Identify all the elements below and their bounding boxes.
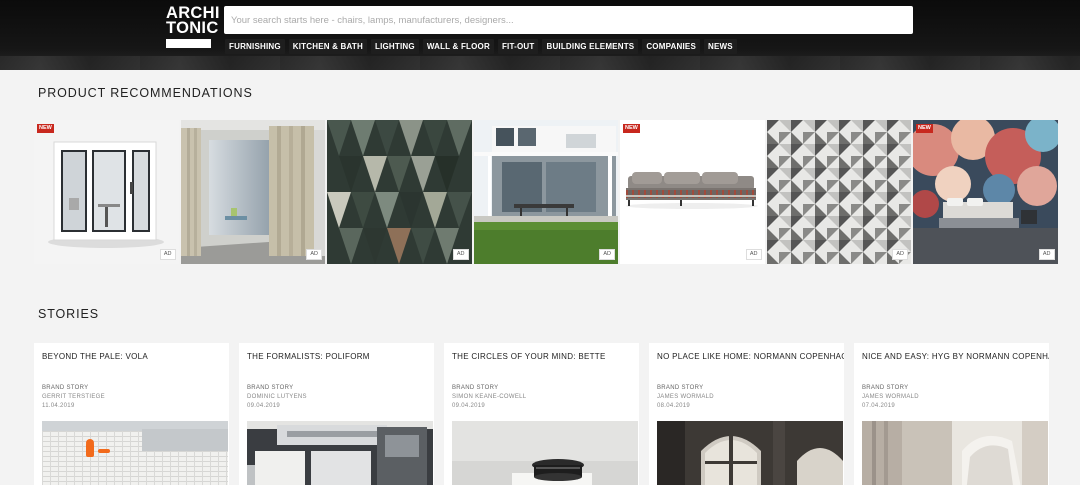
product-tile[interactable]: NEW AD	[620, 120, 765, 264]
story-date: 09.04.2019	[247, 403, 281, 409]
product-image-curtain-room	[180, 120, 325, 264]
story-type: BRAND STORY	[862, 385, 909, 391]
story-title[interactable]: THE CIRCLES OF YOUR MIND: BETTE	[452, 352, 635, 361]
nav-news[interactable]: NEWS	[703, 39, 737, 54]
product-image-geometric-tiles	[766, 120, 911, 264]
story-author: GERRIT TERSTIEGE	[42, 394, 105, 400]
story-date: 11.04.2019	[42, 403, 75, 409]
product-tile[interactable]: NEW AD	[913, 120, 1058, 264]
site-header: ARCHI TONIC FURNISHING KITCHEN & BATH LI…	[0, 0, 1080, 70]
stories-list: BEYOND THE PALE: VOLA BRAND STORY GERRIT…	[34, 343, 1049, 485]
nav-kitchen-bath[interactable]: KITCHEN & BATH	[288, 39, 367, 54]
story-card[interactable]: NICE AND EASY: HYG BY NORMANN COPENHAGEN…	[854, 343, 1049, 485]
story-type: BRAND STORY	[247, 385, 294, 391]
header-background-image	[0, 56, 1080, 70]
search-input[interactable]	[224, 6, 913, 34]
new-badge: NEW	[37, 124, 54, 133]
story-author: DOMINIC LUTYENS	[247, 394, 307, 400]
product-tile[interactable]: AD	[473, 120, 618, 264]
architonic-logo[interactable]: ARCHI TONIC	[166, 5, 219, 48]
story-title[interactable]: NO PLACE LIKE HOME: NORMANN COPENHAGEN	[657, 352, 844, 361]
stories-heading: STORIES	[38, 307, 99, 321]
story-image[interactable]	[657, 421, 843, 485]
nav-fit-out[interactable]: FIT-OUT	[497, 39, 539, 54]
story-image[interactable]	[42, 421, 228, 485]
logo-bar	[166, 39, 211, 48]
product-tile[interactable]: AD	[327, 120, 472, 264]
product-recommendations-heading: PRODUCT RECOMMENDATIONS	[38, 86, 253, 100]
product-image-sofa	[620, 120, 765, 264]
new-badge: NEW	[623, 124, 640, 133]
nav-companies[interactable]: COMPANIES	[642, 39, 700, 54]
story-date: 08.04.2019	[657, 403, 691, 409]
story-card[interactable]: BEYOND THE PALE: VOLA BRAND STORY GERRIT…	[34, 343, 229, 485]
story-date: 07.04.2019	[862, 403, 896, 409]
nav-building-elements[interactable]: BUILDING ELEMENTS	[542, 39, 639, 54]
story-title[interactable]: NICE AND EASY: HYG BY NORMANN COPENHAGEN	[862, 352, 1049, 361]
product-image-floral-wallpaper	[913, 120, 1058, 264]
story-title[interactable]: BEYOND THE PALE: VOLA	[42, 352, 225, 361]
ad-badge: AD	[892, 249, 908, 260]
product-tile[interactable]: AD	[766, 120, 911, 264]
story-card[interactable]: NO PLACE LIKE HOME: NORMANN COPENHAGEN B…	[649, 343, 844, 485]
product-tile[interactable]: NEW AD	[34, 120, 179, 264]
ad-badge: AD	[306, 249, 322, 260]
ad-badge: AD	[1038, 249, 1055, 260]
story-card[interactable]: THE FORMALISTS: POLIFORM BRAND STORY DOM…	[239, 343, 434, 485]
story-author: JAMES WORMALD	[862, 394, 919, 400]
story-image[interactable]	[452, 421, 638, 485]
ad-badge: AD	[599, 249, 615, 260]
story-image[interactable]	[862, 421, 1048, 485]
story-date: 09.04.2019	[452, 403, 486, 409]
story-type: BRAND STORY	[657, 385, 704, 391]
ad-badge: AD	[159, 249, 176, 260]
ad-badge: AD	[745, 249, 762, 260]
story-type: BRAND STORY	[42, 385, 89, 391]
story-title[interactable]: THE FORMALISTS: POLIFORM	[247, 352, 430, 361]
story-author: SIMON KEANE-COWELL	[452, 394, 527, 400]
ad-badge: AD	[452, 249, 469, 260]
product-image-modern-house	[473, 120, 618, 264]
product-carousel: NEW AD AD AD AD NEW AD AD NEW AD	[34, 120, 1058, 264]
new-badge: NEW	[916, 124, 933, 133]
story-author: JAMES WORMALD	[657, 394, 714, 400]
nav-wall-floor[interactable]: WALL & FLOOR	[422, 39, 494, 54]
main-nav: FURNISHING KITCHEN & BATH LIGHTING WALL …	[225, 39, 737, 54]
product-image-phone-booth	[34, 120, 179, 264]
story-image[interactable]	[247, 421, 433, 485]
product-image-triangle-tiles	[327, 120, 472, 264]
nav-furnishing[interactable]: FURNISHING	[225, 39, 285, 54]
product-tile[interactable]: AD	[180, 120, 325, 264]
story-type: BRAND STORY	[452, 385, 499, 391]
nav-lighting[interactable]: LIGHTING	[370, 39, 419, 54]
story-card[interactable]: THE CIRCLES OF YOUR MIND: BETTE BRAND ST…	[444, 343, 639, 485]
